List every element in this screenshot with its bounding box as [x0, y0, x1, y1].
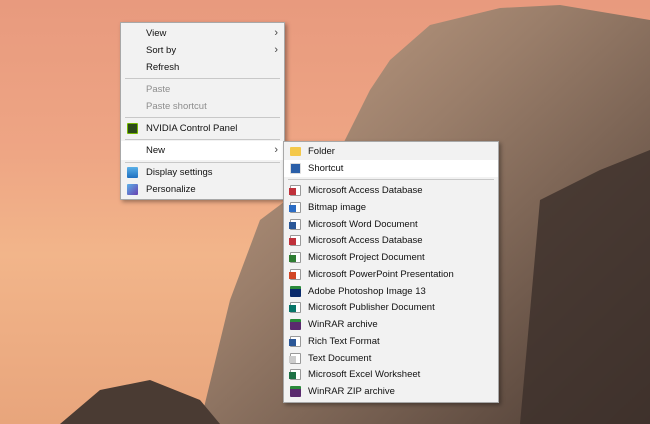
- menu-label: Personalize: [146, 184, 196, 195]
- publisher-icon: [289, 302, 301, 314]
- menu-label: Bitmap image: [308, 201, 367, 213]
- menu-label: Microsoft Publisher Document: [308, 302, 435, 314]
- winrar-zip-icon: [290, 386, 301, 397]
- winrar-icon: [290, 319, 301, 330]
- photoshop-icon: [290, 285, 301, 297]
- new-item-text-document[interactable]: Text Document: [284, 350, 498, 367]
- access-icon: [289, 235, 301, 247]
- menu-label: Microsoft Excel Worksheet: [308, 369, 421, 381]
- nvidia-icon: [127, 123, 138, 134]
- menu-label: View: [146, 28, 167, 39]
- menu-label: Folder: [308, 146, 335, 157]
- menu-separator: [125, 162, 280, 163]
- menu-label: Microsoft Access Database: [308, 235, 423, 247]
- new-item-shortcut[interactable]: Shortcut: [284, 160, 498, 177]
- new-item-microsoft-word-document[interactable]: Microsoft Word Document: [284, 216, 498, 233]
- menu-label: NVIDIA Control Panel: [146, 123, 238, 134]
- menu-separator: [125, 117, 280, 118]
- menu-item-nvidia-control-panel[interactable]: NVIDIA Control Panel: [121, 120, 284, 137]
- menu-separator: [288, 179, 494, 180]
- menu-item-display-settings[interactable]: Display settings: [121, 164, 284, 181]
- menu-item-paste[interactable]: Paste: [121, 81, 284, 98]
- menu-label: Microsoft Access Database: [308, 185, 423, 196]
- project-icon: [289, 252, 301, 263]
- menu-label: WinRAR ZIP archive: [308, 386, 395, 397]
- access-icon: [289, 185, 301, 196]
- new-item-winrar-zip-archive[interactable]: WinRAR ZIP archive: [284, 383, 498, 400]
- new-item-microsoft-access-database[interactable]: Microsoft Access Database: [284, 232, 498, 249]
- chevron-right-icon: ›: [274, 44, 278, 56]
- display-icon: [127, 167, 138, 178]
- menu-label: Text Document: [308, 352, 372, 364]
- menu-item-paste-shortcut[interactable]: Paste shortcut: [121, 98, 284, 115]
- menu-item-new[interactable]: New ›: [121, 141, 284, 160]
- menu-label: Shortcut: [308, 163, 344, 174]
- menu-separator: [125, 139, 280, 140]
- new-item-winrar-archive[interactable]: WinRAR archive: [284, 316, 498, 333]
- new-item-microsoft-access-database[interactable]: Microsoft Access Database: [284, 182, 498, 199]
- menu-item-view[interactable]: View ›: [121, 25, 284, 42]
- folder-icon: [290, 147, 301, 156]
- personalize-icon: [127, 184, 138, 195]
- menu-label: WinRAR archive: [308, 319, 378, 330]
- bitmap-icon: [289, 201, 301, 213]
- menu-label: Sort by: [146, 45, 177, 56]
- menu-label: Microsoft Project Document: [308, 252, 425, 263]
- chevron-right-icon: ›: [274, 144, 278, 156]
- word-icon: [289, 218, 301, 230]
- excel-icon: [289, 369, 301, 381]
- new-submenu: Folder Shortcut Microsoft Access Database B…: [283, 141, 499, 403]
- menu-item-sort-by[interactable]: Sort by ›: [121, 42, 284, 59]
- menu-label: Microsoft PowerPoint Presentation: [308, 268, 454, 280]
- menu-separator: [125, 78, 280, 79]
- desktop-context-menu: View › Sort by › Refresh Paste Paste short…: [120, 22, 285, 200]
- powerpoint-icon: [289, 268, 301, 280]
- menu-label: New: [146, 145, 166, 156]
- new-item-folder[interactable]: Folder: [284, 143, 498, 160]
- new-item-adobe-photoshop-image-13[interactable]: Adobe Photoshop Image 13: [284, 283, 498, 300]
- menu-item-refresh[interactable]: Refresh: [121, 59, 284, 76]
- new-item-bitmap-image[interactable]: Bitmap image: [284, 199, 498, 216]
- menu-label: Refresh: [146, 62, 180, 73]
- rtf-icon: [289, 335, 301, 347]
- menu-label: Display settings: [146, 167, 213, 178]
- shortcut-icon: [290, 163, 301, 174]
- menu-label: Paste shortcut: [146, 101, 207, 112]
- menu-item-personalize[interactable]: Personalize: [121, 181, 284, 198]
- menu-label: Adobe Photoshop Image 13: [308, 285, 426, 297]
- text-icon: [289, 352, 301, 364]
- new-item-microsoft-project-document[interactable]: Microsoft Project Document: [284, 249, 498, 266]
- chevron-right-icon: ›: [274, 27, 278, 39]
- new-item-microsoft-excel-worksheet[interactable]: Microsoft Excel Worksheet: [284, 366, 498, 383]
- new-item-microsoft-powerpoint-presentation[interactable]: Microsoft PowerPoint Presentation: [284, 266, 498, 283]
- new-item-microsoft-publisher-document[interactable]: Microsoft Publisher Document: [284, 299, 498, 316]
- menu-label: Rich Text Format: [308, 335, 380, 347]
- new-item-rich-text-format[interactable]: Rich Text Format: [284, 333, 498, 350]
- menu-label: Paste: [146, 84, 171, 95]
- menu-label: Microsoft Word Document: [308, 218, 418, 230]
